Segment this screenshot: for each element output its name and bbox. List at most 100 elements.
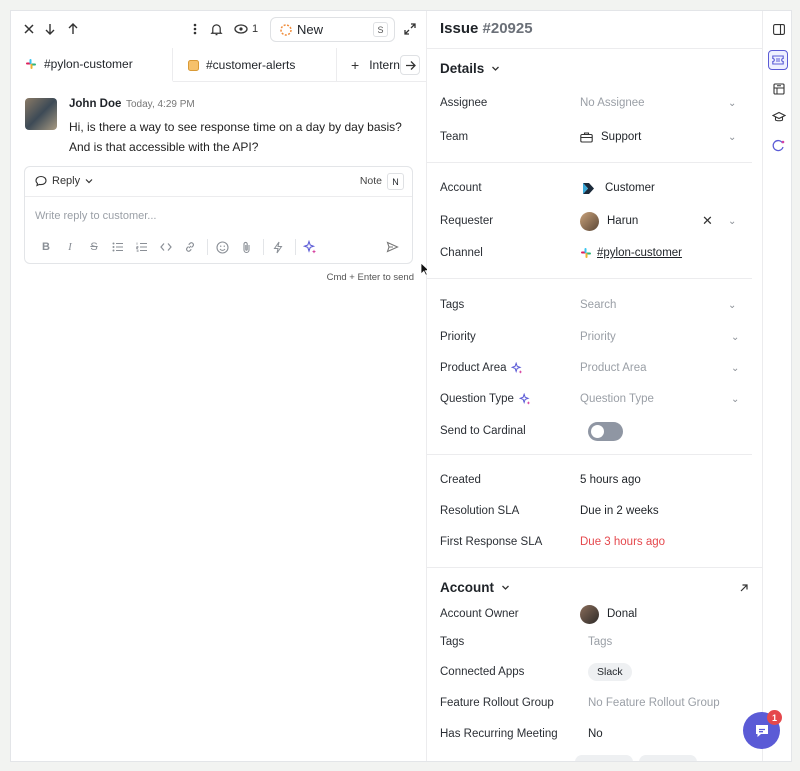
requester-select[interactable]: Harun (580, 211, 639, 231)
account-section-toggle[interactable]: Account (440, 580, 510, 595)
account-value: Customer (605, 182, 655, 194)
connected-apps-row: Connected Apps Slack (440, 661, 762, 683)
arrow-down-icon[interactable] (42, 21, 58, 37)
tabs-scroll-right-icon[interactable] (400, 55, 420, 75)
graduation-cap-icon[interactable] (771, 109, 786, 124)
ticket-icon[interactable] (768, 50, 788, 70)
reply-mode-label: Reply (52, 175, 81, 187)
tab-pylon-customer[interactable]: #pylon-customer (11, 48, 173, 82)
numbered-list-icon[interactable] (135, 240, 149, 254)
sidebar-toggle-icon[interactable] (771, 22, 786, 37)
send-to-cardinal-row: Send to Cardinal (440, 420, 762, 442)
clear-requester-icon[interactable]: ✕ (702, 213, 713, 229)
tags-search-input[interactable]: Search (580, 299, 616, 311)
chevron-down-icon[interactable]: ⌄ (728, 216, 736, 227)
strikethrough-icon[interactable]: S (87, 240, 101, 254)
chevron-down-icon[interactable]: ⌄ (728, 300, 736, 311)
priority-label: Priority (440, 331, 476, 343)
ai-chat-icon[interactable] (771, 138, 786, 153)
channel-link[interactable]: #pylon-customer (580, 247, 682, 259)
account-link[interactable]: Customer (580, 179, 655, 197)
status-dropdown[interactable]: New S (270, 17, 395, 42)
building-icon[interactable] (771, 81, 786, 96)
question-type-label-text: Question Type (440, 393, 514, 405)
expand-icon[interactable] (402, 21, 418, 37)
status-shortcut: S (373, 22, 388, 37)
slack-icon (581, 248, 591, 258)
channel-row: Channel #pylon-customer (440, 242, 762, 264)
ai-sparkle-icon (511, 362, 523, 374)
bullet-list-icon[interactable] (111, 240, 125, 254)
resolution-sla-value: Due in 2 weeks (580, 505, 659, 517)
send-icon[interactable] (385, 240, 399, 254)
recurring-meeting-row: Has Recurring Meeting No (440, 723, 762, 745)
product-area-select[interactable]: Product Area (580, 362, 646, 374)
divider (427, 162, 752, 163)
send-to-cardinal-toggle[interactable] (588, 421, 623, 441)
chevron-down-icon[interactable]: ⌄ (731, 394, 739, 405)
reply-input[interactable]: Write reply to customer... (35, 210, 156, 222)
details-section-toggle[interactable]: Details (440, 61, 500, 76)
macro-lightning-icon[interactable] (271, 240, 285, 254)
question-type-select[interactable]: Question Type (580, 393, 654, 405)
created-label: Created (440, 474, 481, 486)
right-rail (762, 11, 791, 761)
open-external-icon[interactable] (738, 582, 750, 594)
connected-app-chip[interactable]: Slack (588, 663, 632, 681)
account-owner-value: Donal (607, 608, 638, 620)
toolbar-divider (295, 239, 296, 255)
plus-icon: + (351, 57, 360, 73)
account-tags-input[interactable]: Tags (588, 636, 612, 648)
ai-sparkle-icon[interactable] (303, 240, 317, 254)
note-icon (188, 59, 199, 71)
chevron-down-icon[interactable]: ⌄ (731, 363, 739, 374)
send-to-cardinal-label: Send to Cardinal (440, 425, 526, 437)
ai-sparkle-icon (518, 393, 531, 405)
account-row: Account Customer (440, 177, 762, 199)
emoji-icon[interactable] (215, 240, 229, 254)
code-icon[interactable] (159, 240, 173, 254)
reply-mode-dropdown[interactable]: Reply (35, 175, 93, 187)
requester-avatar (580, 211, 599, 231)
tab-label: #pylon-customer (44, 57, 133, 71)
team-value: Support (601, 131, 642, 143)
priority-select[interactable]: Priority (580, 331, 616, 343)
more-options-icon[interactable] (187, 21, 203, 37)
account-owner-select[interactable]: Donal (580, 604, 638, 624)
details-heading: Details (440, 61, 485, 76)
first-response-sla-row: First Response SLA Due 3 hours ago (440, 531, 762, 553)
attachment-icon[interactable] (239, 240, 253, 254)
bell-alert-icon[interactable] (208, 21, 224, 37)
note-toggle[interactable]: Note (360, 175, 382, 187)
recurring-meeting-value[interactable]: No (588, 728, 603, 740)
product-area-label-text: Product Area (440, 362, 507, 374)
link-icon[interactable] (183, 240, 197, 254)
message-text: Hi, is there a way to see response time … (69, 120, 402, 154)
italic-icon[interactable]: I (63, 240, 77, 254)
channel-label: Channel (440, 247, 483, 259)
team-row: Team Support ⌄ (440, 126, 762, 148)
product-area-row: Product Area Product Area ⌄ (440, 357, 762, 379)
close-icon[interactable] (21, 21, 37, 37)
app-window: 1 New S #pylon-customer #customer-alerts… (10, 10, 792, 762)
chevron-down-icon[interactable]: ⌄ (728, 98, 736, 109)
bold-icon[interactable]: B (39, 240, 53, 254)
conversation-panel: 1 New S #pylon-customer #customer-alerts… (11, 11, 430, 761)
tab-customer-alerts[interactable]: #customer-alerts (173, 48, 337, 82)
feature-rollout-select[interactable]: No Feature Rollout Group (588, 697, 720, 709)
requester-value: Harun (607, 215, 639, 227)
chevron-down-icon[interactable]: ⌄ (728, 132, 736, 143)
feature-rollout-label: Feature Rollout Group (440, 697, 554, 709)
partial-chip (639, 755, 697, 761)
assignee-select[interactable]: No Assignee (580, 97, 645, 109)
team-icon (580, 131, 593, 143)
resolution-sla-row: Resolution SLA Due in 2 weeks (440, 500, 762, 522)
account-owner-row: Account Owner Donal (440, 603, 762, 625)
chevron-down-icon[interactable]: ⌄ (731, 332, 739, 343)
account-heading: Account (440, 580, 494, 595)
team-select[interactable]: Support (580, 131, 641, 143)
arrow-up-icon[interactable] (65, 21, 81, 37)
watchers-button[interactable]: 1 (234, 21, 260, 37)
chat-unread-badge: 1 (767, 710, 782, 725)
account-tags-label: Tags (440, 636, 465, 648)
